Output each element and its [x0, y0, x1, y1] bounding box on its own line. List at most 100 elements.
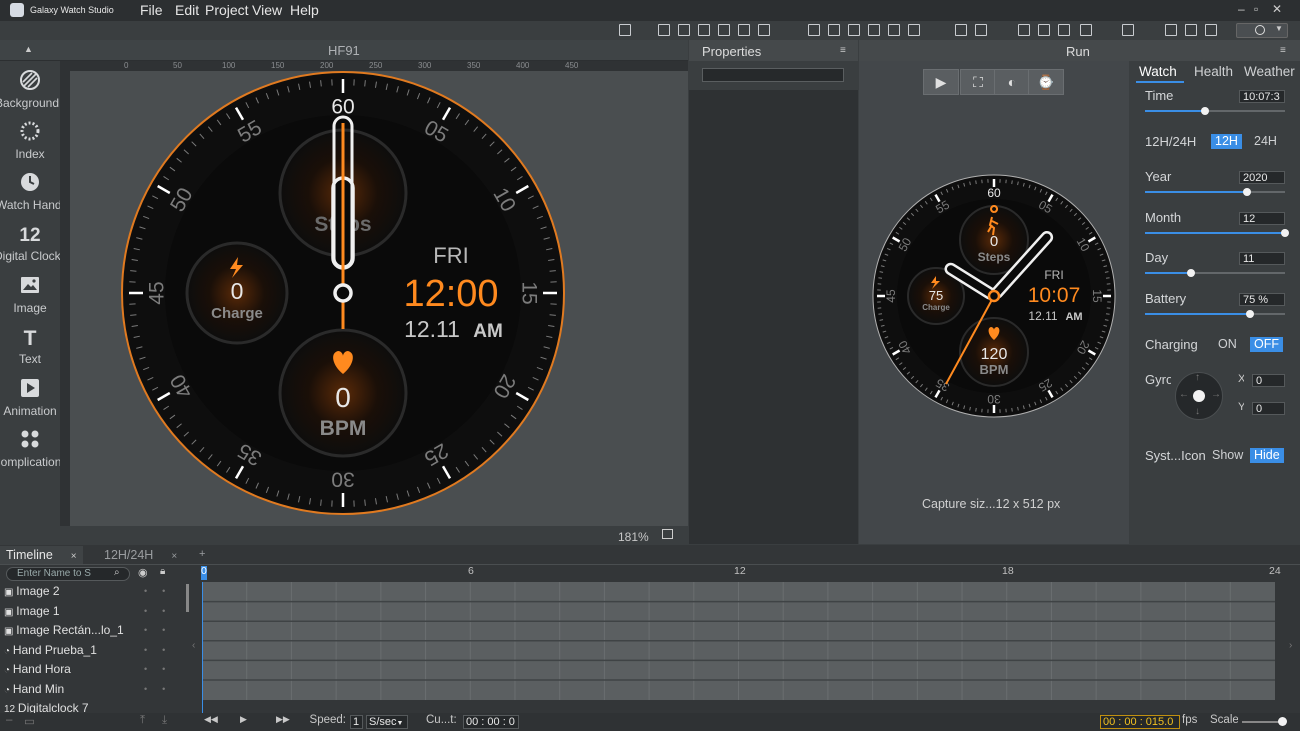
speed-unit-select[interactable]: S/sec▼ [366, 715, 408, 729]
tab-watch[interactable]: Watch [1139, 64, 1177, 79]
distribute-left-icon[interactable] [888, 24, 900, 36]
system-icon-show[interactable]: Show [1208, 448, 1247, 463]
panel-menu-icon[interactable]: ≡ [1280, 45, 1286, 56]
align-middle-icon[interactable] [678, 24, 690, 36]
gear-icon[interactable] [1165, 24, 1177, 36]
month-slider-knob[interactable] [1281, 229, 1289, 237]
theme-dropdown[interactable]: ▼ [1236, 23, 1288, 38]
tool-digital-clock[interactable]: 12 Digital Clock [0, 223, 60, 263]
bring-front-icon[interactable] [1058, 24, 1070, 36]
menu-view[interactable]: View [252, 2, 282, 18]
hour-mode-24h[interactable]: 24H [1250, 134, 1281, 149]
duration-field[interactable]: 00 : 00 : 015.0 [1100, 715, 1180, 729]
scroll-right-icon[interactable]: › [1289, 640, 1292, 651]
speed-field[interactable]: 1 [350, 715, 363, 729]
layer-flags[interactable]: • • [144, 621, 165, 640]
charging-on[interactable]: ON [1214, 337, 1241, 352]
panel-menu-icon[interactable]: ≡ [840, 45, 846, 56]
move-down-icon[interactable]: ⤓ [162, 714, 167, 727]
minus-icon[interactable]: – [6, 714, 12, 726]
day-slider[interactable] [1145, 269, 1285, 277]
same-width-icon[interactable] [955, 24, 967, 36]
minimize-icon[interactable]: – [1238, 2, 1245, 16]
design-canvas[interactable]: 600510152025303540455055 Steps 0 Charge … [70, 71, 688, 526]
scroll-left-icon[interactable]: ‹ [192, 640, 195, 651]
tool-image[interactable]: Image [0, 275, 60, 315]
menu-file[interactable]: File [140, 2, 163, 18]
same-height-icon[interactable] [975, 24, 987, 36]
battery-slider-knob[interactable] [1246, 310, 1254, 318]
play-timeline-button[interactable]: ▶ [240, 714, 247, 725]
year-field[interactable]: 2020 [1239, 171, 1285, 184]
watch-button[interactable]: ⌚ [1028, 69, 1064, 95]
add-tab-button[interactable]: + [193, 546, 211, 564]
layer-row[interactable]: ◔ Hand Prueba_1 • • [4, 641, 190, 660]
distribute-h-icon[interactable] [828, 24, 840, 36]
align-right-icon[interactable] [758, 24, 770, 36]
month-slider[interactable] [1145, 229, 1289, 237]
cursor-field[interactable]: 00 : 00 : 0 [463, 715, 519, 729]
tool-animation[interactable]: Animation [0, 378, 60, 418]
tab-health[interactable]: Health [1194, 64, 1233, 79]
align-left-icon[interactable] [718, 24, 730, 36]
layer-row[interactable]: ▣ Image 2 • • [4, 582, 190, 601]
fit-screen-icon[interactable] [662, 529, 673, 539]
layer-row[interactable]: ▣ Image 1 • • [4, 602, 190, 621]
day-field[interactable]: 11 [1239, 252, 1285, 265]
watch-face-canvas[interactable]: 600510152025303540455055 Steps 0 Charge … [70, 71, 688, 526]
battery-field[interactable]: 75 % [1239, 293, 1285, 306]
system-icon-hide[interactable]: Hide [1250, 448, 1284, 463]
menu-edit[interactable]: Edit [175, 2, 199, 18]
visibility-icon[interactable]: ◉ [138, 566, 148, 579]
rewind-button[interactable]: ◀◀ [204, 714, 218, 725]
ungroup-icon[interactable] [1038, 24, 1050, 36]
layer-search-input[interactable]: Enter Name to S [6, 567, 130, 581]
layer-flags[interactable]: • • [144, 582, 165, 601]
gyro-pad[interactable]: ↑ ↓ ← → [1175, 372, 1223, 420]
align-center-icon[interactable] [738, 24, 750, 36]
align-top-icon[interactable] [658, 24, 670, 36]
menu-project[interactable]: Project [205, 2, 249, 18]
gyro-x-field[interactable]: 0 [1252, 374, 1285, 387]
close-icon[interactable]: ✕ [1272, 2, 1282, 16]
layer-flags[interactable]: • • [144, 602, 165, 621]
lock-icon[interactable]: 🔒︎ [160, 566, 165, 577]
close-tab-icon[interactable]: × [71, 551, 77, 562]
distribute-right-icon[interactable] [908, 24, 920, 36]
layer-flags[interactable]: • • [144, 660, 165, 679]
move-up-icon[interactable]: ⤒ [140, 714, 145, 727]
close-tab-icon[interactable]: × [171, 551, 177, 562]
tool-watch-hand[interactable]: Watch Hand [0, 172, 60, 212]
tab-12h24h[interactable]: 12H/24H × [98, 546, 183, 564]
align-bottom-icon[interactable] [698, 24, 710, 36]
store-icon[interactable] [1205, 24, 1217, 36]
month-field[interactable]: 12 [1239, 212, 1285, 225]
timeline-tracks[interactable] [202, 582, 1275, 700]
scale-slider-knob[interactable] [1278, 717, 1287, 726]
send-back-icon[interactable] [1080, 24, 1092, 36]
aod-button[interactable]: ◐ [994, 69, 1030, 95]
restore-icon[interactable]: ▫ [1254, 2, 1258, 16]
tab-weather[interactable]: Weather [1244, 64, 1295, 79]
distribute-top-icon[interactable] [848, 24, 860, 36]
layer-row[interactable]: 12 Digitalclock 7 [4, 699, 190, 713]
gyro-y-field[interactable]: 0 [1252, 402, 1285, 415]
run-device-icon[interactable] [1122, 24, 1134, 36]
forward-button[interactable]: ▶▶ [276, 714, 290, 725]
fit-icon[interactable] [619, 24, 631, 36]
collapse-icon[interactable]: ▲ [24, 44, 33, 54]
distribute-bottom-icon[interactable] [868, 24, 880, 36]
canvas-tab-title[interactable]: HF91 [328, 43, 360, 58]
layer-flags[interactable]: • • [144, 641, 165, 660]
hour-mode-12h[interactable]: 12H [1211, 134, 1242, 149]
layer-row[interactable]: ◔ Hand Hora • • [4, 660, 190, 679]
gyro-knob[interactable] [1193, 390, 1205, 402]
time-slider[interactable] [1145, 107, 1285, 115]
folder-icon[interactable]: ▭ [24, 714, 35, 728]
layer-row[interactable]: ◔ Hand Min • • [4, 680, 190, 699]
menu-help[interactable]: Help [290, 2, 319, 18]
tool-index[interactable]: Index [0, 121, 60, 161]
tool-complication[interactable]: Complication [0, 429, 60, 469]
play-button[interactable]: ▶ [923, 69, 959, 95]
wrench-icon[interactable] [1185, 24, 1197, 36]
